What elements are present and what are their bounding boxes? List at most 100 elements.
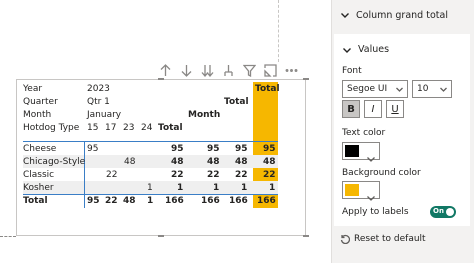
toggle-state: On <box>433 207 444 215</box>
month-total-header: Total <box>158 123 183 133</box>
row-label-chicago-style: Chicago-Style <box>23 157 86 167</box>
header-label-year: Year <box>23 84 43 94</box>
italic-label: I <box>371 103 375 115</box>
chevron-down-icon <box>340 10 350 20</box>
drill-down-icon[interactable] <box>179 63 194 78</box>
day-15: 15 <box>87 123 99 133</box>
cell-value: 95 <box>171 144 184 154</box>
reset-to-default-button[interactable]: Reset to default <box>340 234 426 244</box>
header-label-hotdog-type: Hotdog Type <box>23 123 80 133</box>
cell-value: 48 <box>263 157 276 167</box>
cell-value: 1 <box>213 183 220 193</box>
text-color-picker[interactable] <box>342 142 380 162</box>
cell-value: 95 <box>207 144 220 154</box>
font-family-value: Segoe UI <box>347 84 388 94</box>
focus-mode-icon[interactable] <box>263 63 278 78</box>
apply-to-labels-label: Apply to labels <box>342 207 409 217</box>
resize-handle-bottom[interactable] <box>158 235 164 237</box>
cell-value: 48 <box>171 157 184 167</box>
cell-value: 22 <box>235 170 248 180</box>
more-options-icon[interactable] <box>284 63 299 78</box>
background-color-picker[interactable] <box>342 181 380 201</box>
header-divider <box>23 141 278 142</box>
values-header[interactable]: Values <box>342 44 389 55</box>
chevron-down-icon <box>367 187 375 201</box>
drill-up-icon[interactable] <box>158 63 173 78</box>
values-card: Values Font Segoe UI 10 B I U Text color… <box>334 34 470 226</box>
cell-value: 22 <box>105 196 118 206</box>
resize-handle-bottom-right[interactable] <box>303 235 309 237</box>
chevron-down-icon <box>440 86 447 93</box>
bold-label: B <box>347 103 355 115</box>
day-23: 23 <box>123 123 135 133</box>
cell-value: 95 <box>87 144 99 154</box>
expand-hierarchy-icon[interactable] <box>221 63 236 78</box>
cell-value: 166 <box>229 196 248 206</box>
filter-icon[interactable] <box>242 63 257 78</box>
italic-button[interactable]: I <box>364 100 382 118</box>
day-24: 24 <box>141 123 153 133</box>
cell-value: 48 <box>123 196 136 206</box>
cell-value: 22 <box>171 170 184 180</box>
drill-down-all-icon[interactable] <box>200 63 215 78</box>
chevron-down-icon <box>367 148 375 162</box>
header-label-quarter: Quarter <box>23 97 58 107</box>
cell-value: 95 <box>87 196 100 206</box>
format-pane: Column grand total Values Font Segoe UI … <box>331 0 474 263</box>
row-label-classic: Classic <box>23 170 55 180</box>
bold-button[interactable]: B <box>342 100 360 118</box>
background-color-swatch <box>345 184 359 196</box>
cell-value: 95 <box>263 144 276 154</box>
underline-button[interactable]: U <box>386 100 404 118</box>
reset-label: Reset to default <box>354 234 426 244</box>
quarter-total-label: Total <box>224 97 249 107</box>
font-size-value: 10 <box>417 84 429 94</box>
day-17: 17 <box>105 123 117 133</box>
row-label-cheese: Cheese <box>23 144 57 154</box>
visual-header <box>158 62 299 78</box>
page-divider <box>278 0 279 62</box>
font-size-select[interactable]: 10 <box>412 80 452 98</box>
quarter-value[interactable]: Qtr 1 <box>87 96 110 110</box>
month-header-label: Month <box>188 110 221 120</box>
resize-handle-top-right[interactable] <box>303 78 309 80</box>
cell-value: 1 <box>147 196 154 206</box>
year-value[interactable]: 2023 <box>87 83 110 97</box>
cell-value: 48 <box>235 157 248 167</box>
column-grand-total-section[interactable]: Column grand total <box>332 0 474 30</box>
cell-value: 22 <box>106 170 118 180</box>
canvas-edge <box>0 236 16 237</box>
text-color-swatch <box>345 145 359 157</box>
section-title: Column grand total <box>356 9 448 21</box>
cell-value: 166 <box>201 196 220 206</box>
cell-value: 1 <box>241 183 248 193</box>
cell-value: 1 <box>177 183 184 193</box>
apply-to-labels-toggle[interactable]: On <box>430 206 456 218</box>
cell-value: 1 <box>147 183 153 193</box>
chevron-down-icon <box>342 45 352 55</box>
resize-handle-top[interactable] <box>158 78 164 80</box>
report-canvas: Year Quarter Month Hotdog Type 2023 Qtr … <box>0 0 331 263</box>
header-label-month: Month <box>23 110 52 120</box>
underline-label: U <box>391 103 399 115</box>
toggle-knob <box>446 208 454 216</box>
cell-value: 166 <box>257 196 276 206</box>
font-label: Font <box>342 66 362 76</box>
cell-value: 22 <box>207 170 220 180</box>
grand-total-header: Total <box>255 84 280 94</box>
cell-value: 48 <box>124 157 136 167</box>
cell-value: 1 <box>269 183 276 193</box>
cell-value: 166 <box>165 196 184 206</box>
cell-value: 22 <box>263 170 276 180</box>
reset-icon <box>340 234 350 244</box>
row-header-divider <box>84 141 85 208</box>
chevron-down-icon <box>396 86 403 93</box>
values-title: Values <box>358 44 390 55</box>
background-color-label: Background color <box>342 168 421 178</box>
font-family-select[interactable]: Segoe UI <box>342 80 408 98</box>
row-label-kosher: Kosher <box>23 183 54 193</box>
month-value[interactable]: January <box>87 109 121 123</box>
cell-value: 48 <box>207 157 220 167</box>
text-color-label: Text color <box>342 128 386 138</box>
row-label-total: Total <box>23 196 48 206</box>
